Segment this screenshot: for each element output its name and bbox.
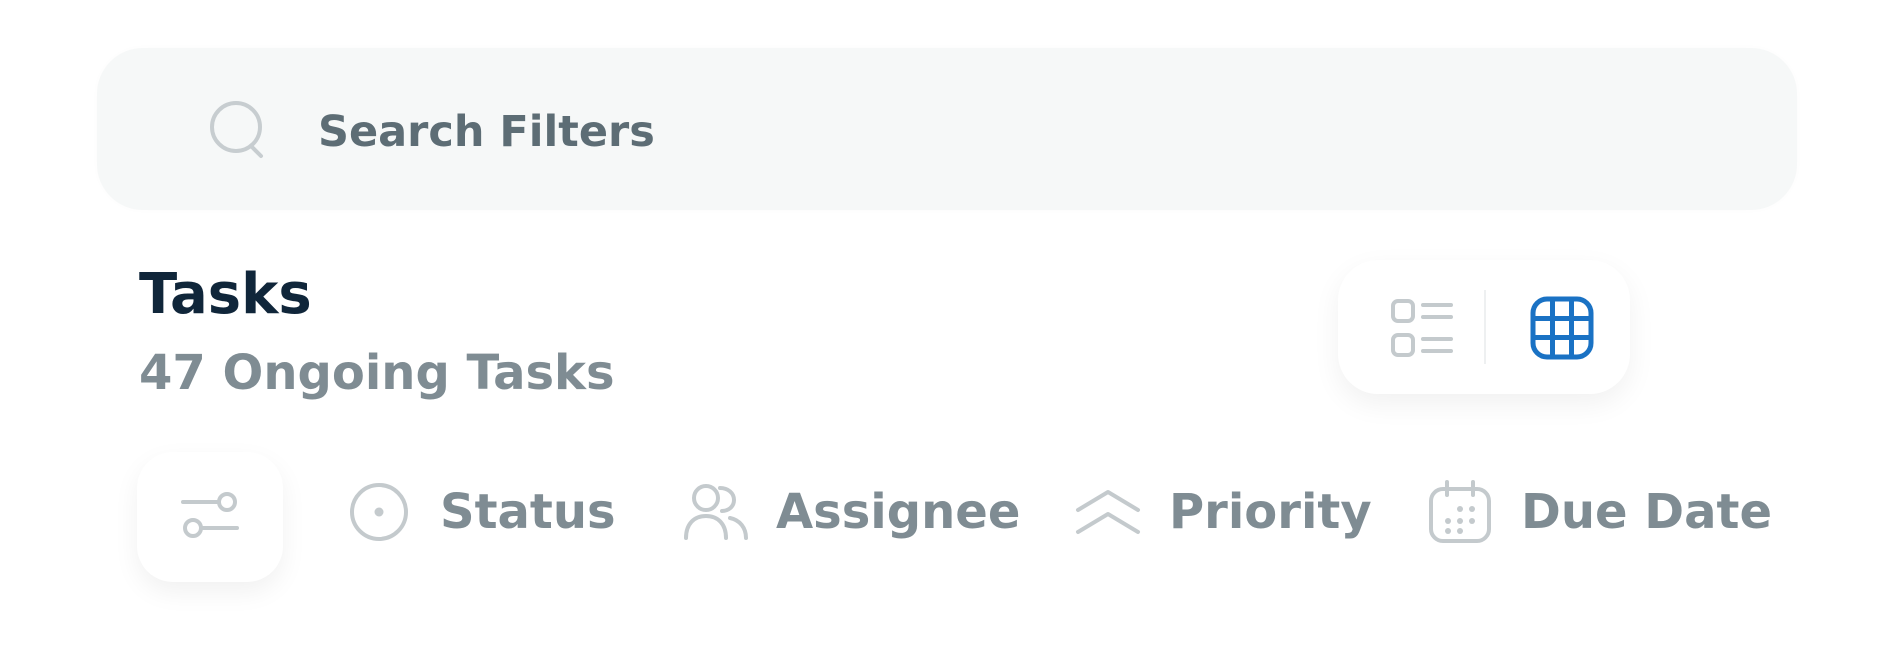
filter-chip-label: Due Date <box>1521 484 1773 540</box>
search-input[interactable]: Search Filters <box>318 104 655 160</box>
task-filters-panel: Search Filters Tasks 47 Ongoing Tasks St… <box>0 0 1894 656</box>
priority-icon <box>1073 477 1143 547</box>
view-toggle-divider <box>1484 290 1486 364</box>
view-toggle <box>1338 260 1630 394</box>
grid-view-icon <box>1529 295 1595 365</box>
filter-chip-status[interactable]: Status <box>344 472 616 552</box>
filter-chip-assignee[interactable]: Assignee <box>680 472 1020 552</box>
list-view-icon <box>1389 295 1455 365</box>
filter-settings-button[interactable] <box>137 452 283 582</box>
filter-chip-due-date[interactable]: Due Date <box>1425 472 1772 552</box>
search-icon <box>205 96 275 166</box>
task-count: 47 Ongoing Tasks <box>139 345 615 401</box>
sliders-icon <box>179 490 241 544</box>
filter-chip-label: Status <box>440 484 616 540</box>
filter-chip-label: Assignee <box>776 484 1021 540</box>
page-title: Tasks <box>139 262 312 327</box>
calendar-icon <box>1425 477 1495 547</box>
status-icon <box>344 477 414 547</box>
filter-chip-priority[interactable]: Priority <box>1073 472 1372 552</box>
list-view-button[interactable] <box>1382 290 1462 370</box>
filter-chip-label: Priority <box>1169 484 1372 540</box>
grid-view-button[interactable] <box>1522 290 1602 370</box>
users-icon <box>680 477 750 547</box>
